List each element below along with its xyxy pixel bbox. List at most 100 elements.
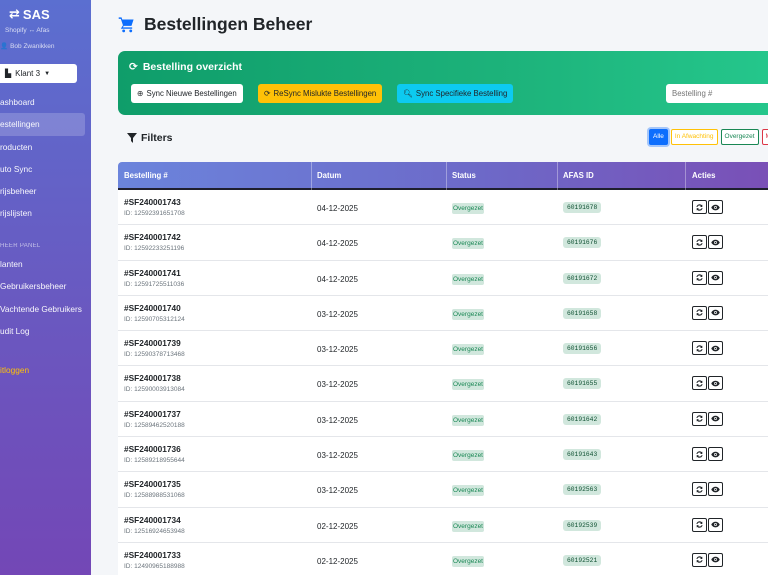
sidebar-item-dashboard[interactable]: ashboard xyxy=(0,91,91,113)
eye-icon xyxy=(711,451,720,457)
order-cell: #SF240001742 ID: 12592233251196 xyxy=(124,232,184,252)
filter-pending[interactable]: In Afwachting xyxy=(670,129,718,145)
view-order-button[interactable] xyxy=(708,305,723,320)
view-order-button[interactable] xyxy=(708,482,723,497)
resync-order-button[interactable] xyxy=(692,270,707,285)
client-select[interactable]: ▙ Klant 3 ▼ xyxy=(0,64,77,83)
resync-order-button[interactable] xyxy=(692,305,707,320)
resync-order-button[interactable] xyxy=(692,341,707,356)
order-number-input[interactable] xyxy=(666,84,768,103)
order-number[interactable]: #SF240001740 xyxy=(124,303,185,313)
order-cell: #SF240001734 ID: 12516924653948 xyxy=(124,515,185,535)
order-shopify-id: ID: 12590003913084 xyxy=(124,386,185,394)
order-date: 04-12-2025 xyxy=(317,204,358,213)
sync-icon xyxy=(696,274,703,281)
sidebar-item-prijslijsten[interactable]: rijslijsten xyxy=(0,202,91,224)
afas-id-badge: 60191655 xyxy=(563,378,602,390)
view-order-button[interactable] xyxy=(708,341,723,356)
view-order-button[interactable] xyxy=(708,270,723,285)
resync-order-button[interactable] xyxy=(692,235,707,250)
order-number[interactable]: #SF240001738 xyxy=(124,373,185,383)
page-title-text: Bestellingen Beheer xyxy=(144,14,313,34)
order-number[interactable]: #SF240001737 xyxy=(124,409,185,419)
sidebar-item-audit-log[interactable]: udit Log xyxy=(0,320,91,342)
row-actions xyxy=(692,376,723,391)
sidebar-item-producten[interactable]: roducten xyxy=(0,136,91,158)
view-order-button[interactable] xyxy=(708,235,723,250)
sidebar-item-bestellingen[interactable]: estellingen xyxy=(0,113,85,136)
table-row: #SF240001743 ID: 12592391651708 04-12-20… xyxy=(118,190,768,226)
status-badge: Overgezet xyxy=(452,379,484,391)
order-number[interactable]: #SF240001739 xyxy=(124,338,185,348)
order-date: 03-12-2025 xyxy=(317,486,358,496)
order-number[interactable]: #SF240001735 xyxy=(124,479,185,489)
row-actions xyxy=(692,200,723,214)
status-badge: Overgezet xyxy=(452,344,484,356)
resync-order-button[interactable] xyxy=(692,376,707,391)
view-order-button[interactable] xyxy=(708,552,723,567)
row-actions xyxy=(692,517,723,532)
view-order-button[interactable] xyxy=(708,200,723,214)
sidebar-item-klanten[interactable]: lanten xyxy=(0,253,91,275)
order-number[interactable]: #SF240001733 xyxy=(124,550,185,560)
filter-failed[interactable]: M xyxy=(761,129,768,145)
status-filter-group: Alle In Afwachting Overgezet M xyxy=(649,129,768,145)
view-order-button[interactable] xyxy=(708,411,723,426)
sidebar-item-wachtende-gebruikers[interactable]: Vachtende Gebruikers xyxy=(0,298,91,320)
brand[interactable]: ⇄ SAS xyxy=(9,6,50,22)
row-actions xyxy=(692,270,723,285)
afas-id-badge: 60191642 xyxy=(563,413,602,425)
order-number[interactable]: #SF240001741 xyxy=(124,268,184,278)
eye-icon xyxy=(711,521,720,528)
order-cell: #SF240001733 ID: 12490965188988 xyxy=(124,550,185,570)
order-number[interactable]: #SF240001734 xyxy=(124,515,185,525)
funnel-icon xyxy=(127,133,137,143)
overview-title-text: Bestelling overzicht xyxy=(142,61,243,73)
filter-transferred[interactable]: Overgezet xyxy=(720,129,759,145)
column-status[interactable]: Status xyxy=(452,171,476,180)
sync-icon xyxy=(696,415,703,423)
resync-failed-orders-button[interactable]: ⟳ ReSync Mislukte Bestellingen xyxy=(258,84,383,103)
sidebar-item-auto-sync[interactable]: uto Sync xyxy=(0,158,91,180)
sync-new-orders-button[interactable]: ⊕ Sync Nieuwe Bestellingen xyxy=(131,84,243,103)
order-shopify-id: ID: 12590378713468 xyxy=(124,351,185,359)
sync-icon xyxy=(696,309,703,317)
resync-order-button[interactable] xyxy=(692,552,707,567)
resync-order-button[interactable] xyxy=(692,200,707,214)
logout-link[interactable]: itloggen xyxy=(0,365,29,375)
afas-id-badge: 60191656 xyxy=(563,343,602,355)
sidebar-item-gebruikersbeheer[interactable]: Gebruikersbeheer xyxy=(0,275,91,297)
view-order-button[interactable] xyxy=(708,517,723,532)
order-number[interactable]: #SF240001743 xyxy=(124,197,185,207)
view-order-button[interactable] xyxy=(708,376,723,391)
order-cell: #SF240001738 ID: 12590003913084 xyxy=(124,373,185,393)
column-afas-id[interactable]: AFAS ID xyxy=(563,171,594,180)
status-badge: Overgezet xyxy=(452,520,484,532)
table-row: #SF240001739 ID: 12590378713468 03-12-20… xyxy=(118,331,768,367)
resync-order-button[interactable] xyxy=(692,517,707,532)
sidebar-item-prijsbeheer[interactable]: rijsbeheer xyxy=(0,180,91,202)
sync-icon: ⟳ xyxy=(264,89,271,98)
table-row: #SF240001733 ID: 12490965188988 02-12-20… xyxy=(118,542,768,575)
column-date[interactable]: Datum xyxy=(317,171,341,180)
order-number[interactable]: #SF240001736 xyxy=(124,444,185,454)
view-order-button[interactable] xyxy=(708,447,723,462)
order-shopify-id: ID: 12516924653948 xyxy=(124,527,185,535)
row-actions xyxy=(692,305,723,320)
search-icon: 🔍︎ xyxy=(403,89,413,98)
resync-order-button[interactable] xyxy=(692,482,707,497)
column-order[interactable]: Bestelling # xyxy=(124,171,168,180)
table-row: #SF240001738 ID: 12590003913084 03-12-20… xyxy=(118,366,768,402)
order-number[interactable]: #SF240001742 xyxy=(124,232,184,242)
order-cell: #SF240001741 ID: 12591725511036 xyxy=(124,268,184,288)
sync-specific-order-button[interactable]: 🔍︎ Sync Specifieke Bestelling xyxy=(397,84,514,103)
admin-nav: lanten Gebruikersbeheer Vachtende Gebrui… xyxy=(0,253,91,342)
eye-icon xyxy=(711,310,720,316)
row-actions xyxy=(692,341,723,356)
order-cell: #SF240001736 ID: 12589218955644 xyxy=(124,444,185,464)
sidebar-nav: ashboard estellingen roducten uto Sync r… xyxy=(0,91,91,225)
sync-icon xyxy=(696,450,703,458)
filter-all[interactable]: Alle xyxy=(649,129,668,145)
resync-order-button[interactable] xyxy=(692,411,707,426)
resync-order-button[interactable] xyxy=(692,447,707,462)
